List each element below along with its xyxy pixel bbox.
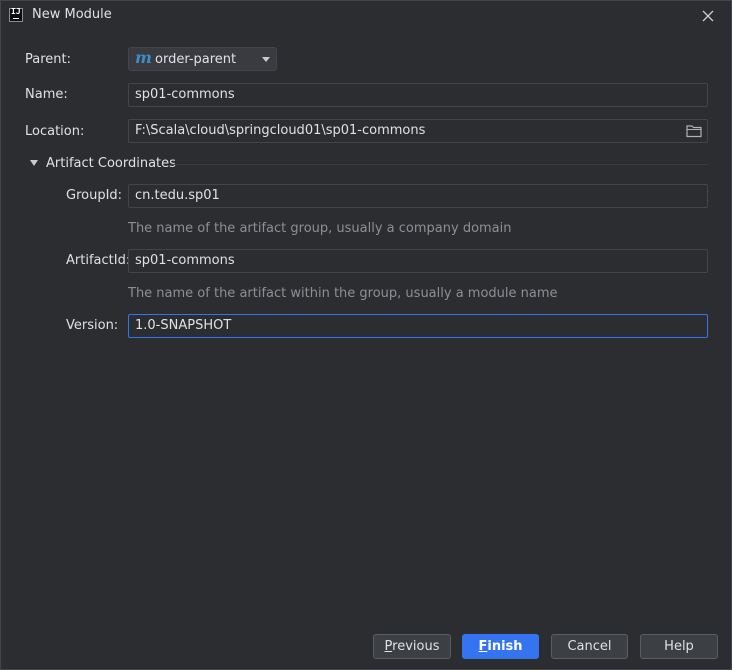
section-divider — [171, 164, 708, 165]
new-module-dialog: IJ New Module Parent: m order-parent Nam… — [0, 0, 732, 670]
artifact-id-label: ArtifactId: — [66, 253, 131, 268]
dialog-title: New Module — [32, 7, 112, 22]
parent-value: order-parent — [155, 52, 237, 67]
location-field[interactable]: F:\Scala\cloud\springcloud01\sp01-common… — [128, 119, 708, 143]
previous-mnemonic: P — [384, 639, 393, 654]
artifact-id-field[interactable]: sp01-commons — [128, 249, 708, 273]
parent-dropdown[interactable]: m order-parent — [128, 47, 277, 71]
maven-module-icon: m — [135, 48, 152, 67]
previous-button[interactable]: Previous — [373, 634, 451, 659]
previous-label: revious — [392, 639, 440, 654]
group-id-hint: The name of the artifact group, usually … — [128, 221, 512, 236]
title-bar: IJ New Module — [1, 1, 731, 31]
artifact-id-hint: The name of the artifact within the grou… — [128, 286, 558, 301]
location-label: Location: — [25, 124, 85, 139]
name-label: Name: — [25, 87, 68, 102]
collapse-arrow-icon[interactable] — [30, 160, 38, 166]
parent-label: Parent: — [25, 52, 71, 67]
version-label: Version: — [66, 318, 119, 333]
cancel-button[interactable]: Cancel — [551, 634, 628, 659]
folder-icon[interactable] — [686, 124, 702, 138]
intellij-app-icon: IJ — [9, 7, 23, 22]
finish-label: inish — [487, 639, 523, 654]
help-button[interactable]: Help — [640, 634, 718, 659]
group-id-label: GroupId: — [66, 188, 123, 203]
group-id-field[interactable]: cn.tedu.sp01 — [128, 184, 708, 208]
name-field[interactable]: sp01-commons — [128, 83, 708, 107]
chevron-down-icon — [262, 57, 270, 62]
artifact-coordinates-title: Artifact Coordinates — [46, 156, 176, 171]
close-button[interactable] — [697, 5, 719, 27]
version-field[interactable]: 1.0-SNAPSHOT — [128, 314, 708, 338]
close-icon — [702, 10, 714, 22]
finish-button[interactable]: Finish — [462, 634, 539, 659]
